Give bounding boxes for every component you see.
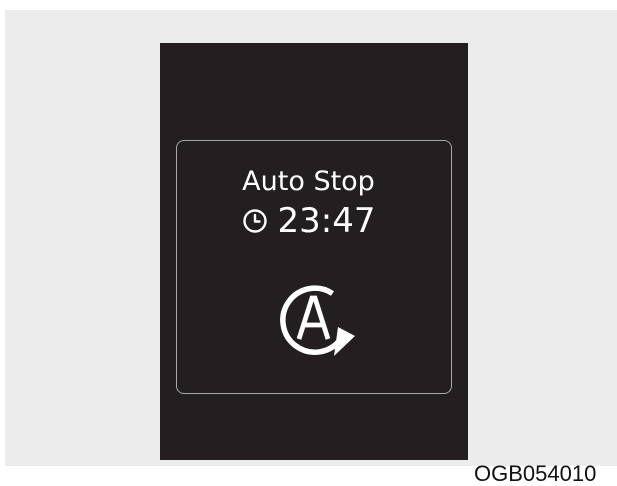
figure-page: { "popup": { "title": "Auto Stop", "time… (0, 0, 617, 486)
auto-stop-timer: 23:47 (277, 201, 376, 241)
figure-code: OGB054010 (474, 461, 597, 486)
popup-title: Auto Stop (242, 166, 375, 197)
auto-stop-a-icon (280, 285, 355, 356)
timer-row: 23:47 (0, 201, 617, 241)
clock-icon (242, 209, 267, 233)
